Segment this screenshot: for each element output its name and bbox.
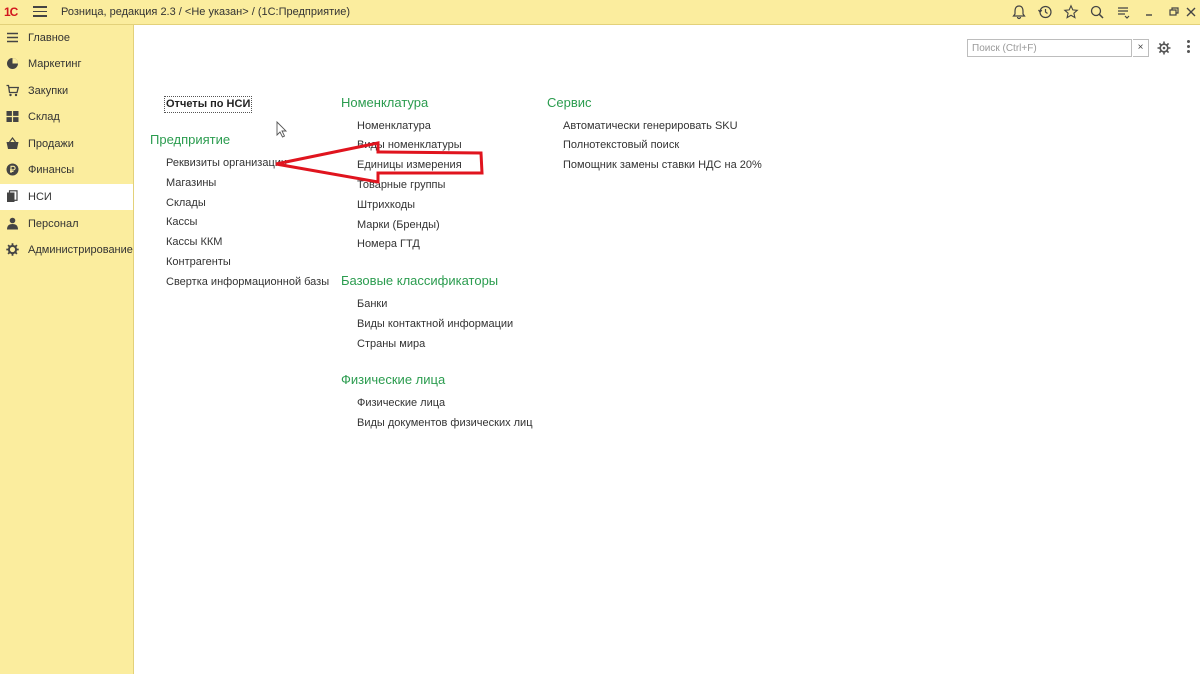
link-brands[interactable]: Марки (Бренды): [357, 219, 440, 231]
section-title-enterprise: Предприятие: [150, 132, 231, 147]
link-warehouses[interactable]: Склады: [166, 197, 206, 209]
link-product-groups[interactable]: Товарные группы: [357, 179, 445, 191]
sidebar-item-label: Закупки: [28, 85, 69, 97]
sidebar-item-label: Продажи: [28, 138, 74, 150]
book-icon: [6, 190, 19, 203]
link-nomenclature[interactable]: Номенклатура: [357, 120, 431, 132]
search-input[interactable]: [967, 39, 1132, 57]
link-banks[interactable]: Банки: [357, 298, 387, 310]
sidebar-item-label: НСИ: [28, 191, 52, 203]
search-clear-button[interactable]: ×: [1133, 39, 1149, 57]
gear-icon: [6, 243, 19, 256]
link-units-of-measure[interactable]: Единицы измерения: [357, 159, 462, 171]
link-individuals[interactable]: Физические лица: [357, 397, 445, 409]
link-barcodes[interactable]: Штрихкоды: [357, 199, 415, 211]
sidebar-item-finance[interactable]: Финансы: [0, 157, 133, 183]
more-actions-icon[interactable]: [1184, 38, 1192, 58]
title-bar: 1С Розница, редакция 2.3 / <Не указан> /…: [0, 0, 1200, 25]
link-org-details[interactable]: Реквизиты организации: [166, 157, 287, 169]
link-vat-assistant[interactable]: Помощник замены ставки НДС на 20%: [563, 159, 762, 171]
section-title-classifiers: Базовые классификаторы: [341, 273, 499, 288]
list-icon: [6, 31, 19, 44]
app-title: Розница, редакция 2.3 / <Не указан> / (1…: [61, 6, 351, 18]
sidebar-item-sales[interactable]: Продажи: [0, 131, 133, 157]
star-icon[interactable]: [1063, 4, 1079, 20]
section-title-service: Сервис: [547, 95, 592, 110]
sidebar-item-label: Финансы: [28, 164, 75, 176]
sidebar-item-purchases[interactable]: Закупки: [0, 78, 133, 104]
cart-icon: [6, 84, 19, 97]
link-contact-info-types[interactable]: Виды контактной информации: [357, 318, 513, 330]
link-kkm-cash-desks[interactable]: Кассы ККМ: [166, 236, 222, 248]
basket-icon: [6, 137, 19, 150]
1c-logo: 1С: [4, 5, 18, 19]
link-gtd-numbers[interactable]: Номера ГТД: [357, 238, 420, 250]
link-nomenclature-types[interactable]: Виды номенклатуры: [357, 139, 462, 151]
bell-icon[interactable]: [1011, 4, 1027, 20]
sidebar-item-nsi[interactable]: НСИ: [0, 184, 133, 210]
settings-gear-icon[interactable]: [1157, 41, 1171, 55]
ruble-icon: [6, 163, 19, 176]
search-icon[interactable]: [1089, 4, 1105, 20]
link-counterparties[interactable]: Контрагенты: [166, 256, 231, 268]
restore-icon[interactable]: [1165, 4, 1181, 20]
sidebar-item-label: Маркетинг: [28, 58, 82, 70]
link-infobase-collapse[interactable]: Свертка информационной базы: [166, 276, 329, 288]
section-title-nomenclature: Номенклатура: [341, 95, 429, 110]
sidebar-item-warehouse[interactable]: Склад: [0, 104, 133, 130]
hamburger-menu-icon[interactable]: [33, 5, 47, 19]
sidebar-item-label: Персонал: [28, 218, 79, 230]
sidebar-item-label: Склад: [28, 111, 60, 123]
reports-nsi-button[interactable]: Отчеты по НСИ: [164, 96, 253, 113]
sidebar-item-label: Администрирование: [28, 244, 133, 256]
link-auto-sku[interactable]: Автоматически генерировать SKU: [563, 120, 738, 132]
minimize-icon[interactable]: [1141, 4, 1157, 20]
section-title-persons: Физические лица: [341, 372, 446, 387]
sidebar-item-label: Главное: [28, 32, 71, 44]
warehouse-icon: [6, 110, 19, 123]
mouse-cursor-icon: [276, 120, 288, 138]
link-stores[interactable]: Магазины: [166, 177, 216, 189]
close-icon[interactable]: [1183, 4, 1199, 20]
link-fulltext-search[interactable]: Полнотекстовый поиск: [563, 139, 679, 151]
link-cash-desks[interactable]: Кассы: [166, 216, 197, 228]
sidebar-item-marketing[interactable]: Маркетинг: [0, 51, 133, 77]
person-icon: [6, 217, 19, 230]
sidebar-item-main[interactable]: Главное: [0, 25, 133, 51]
history-icon[interactable]: [1037, 4, 1053, 20]
sidebar-item-administration[interactable]: Администрирование: [0, 237, 133, 263]
sidebar-item-staff[interactable]: Персонал: [0, 211, 133, 237]
settings-menu-icon[interactable]: [1115, 4, 1131, 20]
link-countries[interactable]: Страны мира: [357, 338, 425, 350]
link-person-doc-types[interactable]: Виды документов физических лиц: [357, 417, 533, 429]
sidebar: Главное Маркетинг Закупки Склад Продажи …: [0, 25, 134, 674]
pie-chart-icon: [6, 57, 19, 70]
